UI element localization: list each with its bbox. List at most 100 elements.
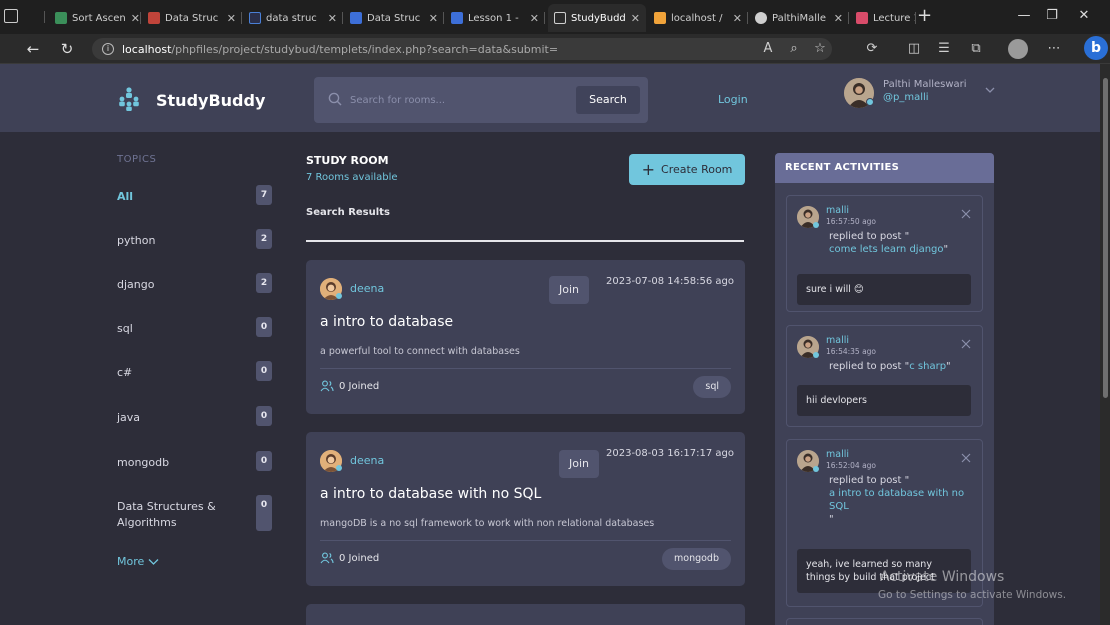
search-button[interactable]: Search [576, 86, 640, 114]
online-status-dot [813, 466, 819, 472]
topics-heading: TOPICS [117, 154, 157, 165]
tab-close-icon[interactable]: ✕ [227, 12, 236, 25]
tab-close-icon[interactable]: ✕ [131, 12, 140, 25]
card-divider [320, 368, 731, 369]
collections-icon[interactable]: ⧉ [966, 39, 986, 59]
topic-item-python[interactable]: python 2 [117, 229, 277, 263]
joined-label: 0 Joined [339, 380, 380, 392]
browser-tab-4[interactable]: Lesson 1 - ✕ [445, 6, 545, 30]
scrollbar-thumb[interactable] [1103, 78, 1108, 398]
create-room-button[interactable]: + Create Room [629, 154, 745, 185]
activity-user-name[interactable]: malli [826, 205, 849, 216]
room-host-name[interactable]: deena [350, 454, 384, 467]
results-divider [306, 240, 744, 242]
room-title[interactable]: a intro to database with no SQL [320, 486, 541, 502]
activity-user-name[interactable]: malli [826, 335, 849, 346]
more-topics-link[interactable]: More [117, 555, 159, 568]
favorite-star-icon[interactable]: ☆ [810, 39, 830, 59]
url-field[interactable]: i localhost/phpfiles/project/studybud/te… [92, 38, 832, 60]
info-icon[interactable]: i [102, 43, 114, 55]
topic-label: sql [117, 322, 133, 335]
user-handle[interactable]: @p_malli [883, 92, 929, 103]
join-button[interactable]: Join [559, 450, 599, 478]
tab-close-icon[interactable]: ✕ [530, 12, 539, 25]
user-name[interactable]: Palthi Malleswari [883, 79, 967, 90]
activity-post-link[interactable]: a intro to database with no SQL [829, 488, 964, 512]
zoom-icon[interactable]: ⌕ [784, 39, 804, 59]
room-topic-tag[interactable]: sql [693, 376, 731, 398]
activity-time: 16:57:50 ago [826, 217, 877, 226]
chevron-down-icon[interactable] [984, 84, 996, 96]
chevron-down-icon [148, 559, 159, 565]
tab-close-icon[interactable]: ✕ [429, 12, 438, 25]
read-aloud-icon[interactable]: A [758, 39, 778, 59]
minimize-icon[interactable]: — [1012, 5, 1036, 27]
join-button[interactable]: Join [549, 276, 589, 304]
browser-tab-1[interactable]: Data Struc ✕ [142, 6, 242, 30]
tab-close-icon[interactable]: ✕ [733, 12, 742, 25]
browser-tab-6[interactable]: localhost / ✕ [648, 6, 748, 30]
topic-item-data-structures[interactable]: Data Structures & Algorithms 0 [117, 495, 277, 539]
tab-actions-icon[interactable] [4, 9, 18, 23]
joined-count: 0 Joined [320, 380, 379, 392]
topic-item-java[interactable]: java 0 [117, 406, 277, 440]
activate-windows-subtitle: Go to Settings to activate Windows. [878, 589, 1067, 601]
back-icon[interactable]: ← [22, 38, 44, 60]
activity-text: replied to post " a intro to database wit… [829, 474, 974, 526]
split-screen-icon[interactable]: ◫ [904, 39, 924, 59]
browser-tab-3[interactable]: Data Struc ✕ [344, 6, 444, 30]
close-icon[interactable] [960, 208, 972, 220]
room-card: deena Join 2023-08-03 16:17:17 ago a int… [306, 432, 745, 586]
restore-icon[interactable]: ❐ [1040, 5, 1064, 27]
close-icon[interactable] [960, 338, 972, 350]
refresh-icon[interactable]: ↻ [56, 38, 78, 60]
activity-user-name[interactable]: malli [826, 449, 849, 460]
topic-label: mongodb [117, 456, 170, 469]
room-title[interactable]: a intro to database [320, 314, 453, 330]
close-icon[interactable] [960, 452, 972, 464]
tab-favicon [148, 12, 160, 24]
browser-tab-2[interactable]: data struc ✕ [243, 6, 343, 30]
extensions-icon[interactable]: ⟳ [862, 39, 882, 59]
room-topic-tag[interactable]: mongodb [662, 548, 731, 570]
activity-time: 16:54:35 ago [826, 347, 877, 356]
tab-separator [44, 11, 45, 23]
tab-close-icon[interactable]: ✕ [834, 12, 843, 25]
topic-item-csharp[interactable]: c# 0 [117, 361, 277, 395]
profile-icon[interactable] [1008, 39, 1028, 59]
room-host-name[interactable]: deena [350, 282, 384, 295]
topic-item-all[interactable]: All 7 [117, 185, 277, 219]
activity-time: 16:52:04 ago [826, 461, 877, 470]
activity-post-link[interactable]: c sharp [909, 361, 946, 372]
topic-item-django[interactable]: django 2 [117, 273, 277, 307]
tab-label: PalthiMalle [772, 12, 826, 24]
url-path: /phpfiles/project/studybud/templets/inde… [171, 42, 559, 56]
activity-post-link[interactable]: come lets learn django [829, 244, 944, 255]
activity-prefix: replied to post " [829, 361, 910, 372]
tab-close-icon[interactable]: ✕ [328, 12, 337, 25]
tab-close-icon[interactable]: ✕ [631, 12, 640, 25]
joined-label: 0 Joined [339, 552, 380, 564]
participants-icon [320, 552, 334, 564]
search-input[interactable] [350, 90, 560, 110]
topic-item-mongodb[interactable]: mongodb 0 [117, 451, 277, 485]
browser-tab-5[interactable]: StudyBudd ✕ [548, 4, 646, 32]
more-options-icon[interactable]: ⋯ [1044, 39, 1064, 59]
room-timestamp: 2023-07-08 14:58:56 ago [606, 276, 734, 287]
browser-tab-7[interactable]: PalthiMalle ✕ [749, 6, 849, 30]
topic-count-badge: 2 [256, 273, 272, 293]
favorites-icon[interactable]: ☰ [934, 39, 954, 59]
url-host: localhost [122, 42, 172, 56]
rooms-available-count: 7 Rooms available [306, 172, 398, 183]
topic-item-sql[interactable]: sql 0 [117, 317, 277, 351]
bing-copilot-icon[interactable]: b [1084, 36, 1108, 60]
tab-label: data struc [266, 12, 317, 24]
activity-item: malli 16:54:35 ago replied to post "c sh… [786, 325, 983, 427]
browser-tab-0[interactable]: Sort Ascen ✕ [49, 6, 141, 30]
login-link[interactable]: Login [718, 93, 748, 106]
window-close-icon[interactable]: ✕ [1072, 5, 1096, 27]
brand-name[interactable]: StudyBuddy [156, 91, 265, 110]
new-tab-icon[interactable]: + [917, 5, 932, 27]
activity-item: malli 16:57:50 ago replied to post " come… [786, 195, 983, 312]
browser-tab-8[interactable]: Lecture 1 -✕ [850, 6, 916, 30]
